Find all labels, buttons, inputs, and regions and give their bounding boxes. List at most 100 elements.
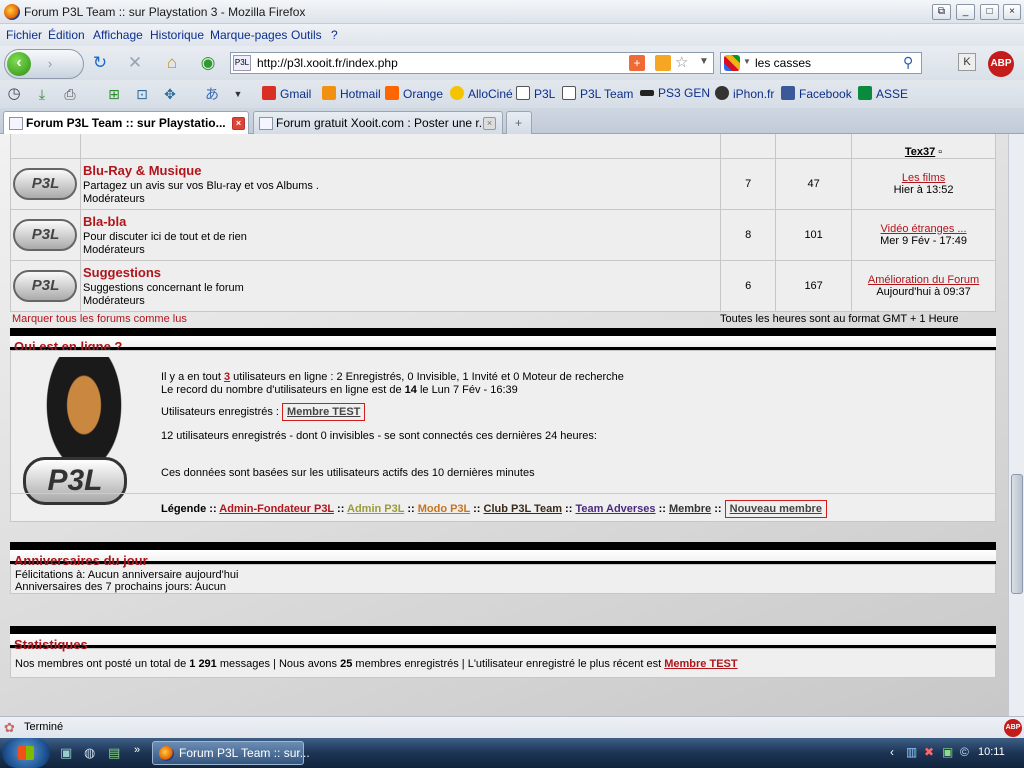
legend-admin[interactable]: Admin P3L: [347, 503, 404, 515]
address-bar[interactable]: P3L + ☆ ▼: [230, 52, 714, 74]
quicklaunch-more-icon[interactable]: »: [134, 744, 140, 756]
quicklaunch-ie-icon[interactable]: ◍: [84, 745, 95, 761]
add-icon[interactable]: +: [629, 55, 645, 71]
forum-title[interactable]: Suggestions: [83, 265, 718, 280]
tab-xooit[interactable]: Forum gratuit Xooit.com : Poster une r..…: [253, 111, 503, 134]
new-window-icon[interactable]: ⊡: [132, 84, 152, 104]
menu-help[interactable]: ?: [331, 28, 338, 42]
tray-c-icon[interactable]: ©: [960, 745, 969, 759]
last-post-link[interactable]: Les films: [902, 172, 945, 184]
download-icon[interactable]: ⤓: [32, 84, 52, 104]
scrollbar-thumb[interactable]: [1011, 474, 1023, 594]
bookmark-asse[interactable]: ASSE: [858, 86, 908, 101]
tray-app-icon[interactable]: ▣: [942, 745, 953, 759]
vertical-scrollbar[interactable]: [1008, 134, 1024, 716]
windows-logo-icon: [18, 746, 34, 760]
menu-historique[interactable]: Historique: [150, 28, 204, 42]
record-line: Le record du nombre d'utilisateurs en li…: [161, 384, 518, 396]
menu-edition[interactable]: Édition: [48, 28, 85, 42]
print-icon[interactable]: ⎙: [60, 84, 80, 104]
search-input[interactable]: [755, 55, 895, 71]
tab-label: Forum gratuit Xooit.com : Poster une r..…: [276, 116, 489, 130]
last-post-link[interactable]: Vidéo étranges ...: [881, 223, 967, 235]
newest-member-link[interactable]: Membre TEST: [664, 658, 737, 670]
birthdays-panel: Anniversaires du jour Félicitations à: A…: [10, 542, 996, 594]
bookmark-star-icon[interactable]: ☆: [675, 53, 688, 71]
site-favicon-icon: P3L: [233, 55, 251, 71]
close-tab-icon[interactable]: ×: [232, 117, 245, 130]
allocine-icon: [450, 86, 464, 100]
legend-modo[interactable]: Modo P3L: [418, 503, 470, 515]
addon-icon[interactable]: ◉: [198, 53, 218, 73]
online-user-link[interactable]: Membre TEST: [287, 406, 360, 418]
legend-nouveau-membre[interactable]: Nouveau membre: [730, 503, 822, 515]
forum-posts: 167: [775, 259, 853, 312]
history-clock-icon[interactable]: ◷: [4, 84, 24, 104]
status-bar: ✿ Terminé ABP: [0, 716, 1024, 738]
who-is-online-panel: Qui est en ligne ? P3L Il y a en tout 3 …: [10, 328, 996, 522]
translate-icon[interactable]: あ: [202, 84, 222, 104]
show-desktop-icon[interactable]: ▣: [60, 745, 72, 761]
engine-dropdown-icon[interactable]: ▼: [743, 57, 751, 66]
restore-icon[interactable]: ⧉: [932, 4, 951, 20]
reload-icon[interactable]: ↻: [90, 53, 110, 73]
forward-button[interactable]: ›: [41, 55, 59, 73]
start-button[interactable]: [2, 738, 50, 768]
bookmark-hotmail[interactable]: Hotmail: [322, 86, 381, 101]
rss-feed-icon[interactable]: [655, 55, 671, 71]
bookmark-allocine[interactable]: AlloCiné: [450, 86, 513, 101]
adblock-status-icon[interactable]: ABP: [1004, 719, 1022, 737]
forum-row-blabla: P3L Bla-bla Pour discuter ici de tout et…: [10, 208, 996, 261]
menu-affichage[interactable]: Affichage: [93, 28, 143, 42]
legend-admin-fondateur[interactable]: Admin-Fondateur P3L: [219, 503, 334, 515]
tray-antivirus-icon[interactable]: ✖: [924, 745, 934, 759]
forum-row-suggestions: P3L Suggestions Suggestions concernant l…: [10, 259, 996, 312]
bookmark-facebook[interactable]: Facebook: [781, 86, 852, 101]
bookmark-orange[interactable]: Orange: [385, 86, 443, 101]
new-tab-button[interactable]: +: [506, 111, 532, 134]
mark-forums-read-link[interactable]: Marquer tous les forums comme lus: [12, 313, 187, 325]
google-engine-icon[interactable]: [724, 55, 740, 71]
home-icon[interactable]: ⌂: [162, 53, 182, 73]
menu-marque-pages[interactable]: Marque-pages: [210, 28, 287, 42]
k-extension-icon[interactable]: K: [958, 53, 976, 71]
bookmark-iphon-fr[interactable]: iPhon.fr: [715, 86, 774, 101]
stop-icon[interactable]: ✕: [125, 53, 145, 73]
legend-team-adverses[interactable]: Team Adverses: [575, 503, 655, 515]
last-post-date: Hier à 13:52: [893, 183, 954, 196]
forum-title[interactable]: Bla-bla: [83, 214, 718, 229]
tab-forum-p3l[interactable]: Forum P3L Team :: sur Playstatio... ×: [3, 111, 249, 135]
search-bar[interactable]: ▼ ⚲: [720, 52, 922, 74]
bookmark-p3l[interactable]: P3L: [516, 86, 555, 101]
url-input[interactable]: [257, 55, 617, 71]
tray-expand-icon[interactable]: ‹: [890, 745, 894, 759]
total-messages: 1 291: [189, 658, 217, 670]
legend-membre[interactable]: Membre: [669, 503, 711, 515]
adblock-plus-icon[interactable]: ABP: [988, 51, 1014, 77]
search-icon[interactable]: ⚲: [903, 54, 913, 71]
back-button[interactable]: ‹: [7, 52, 31, 76]
bookmark-p3l-team[interactable]: P3L Team: [562, 86, 633, 101]
tab-favicon-icon: [9, 117, 23, 130]
bookmark-gmail[interactable]: Gmail: [262, 86, 311, 101]
minimize-button[interactable]: _: [956, 4, 975, 20]
close-tab-icon[interactable]: ×: [483, 117, 496, 130]
forum-title[interactable]: Blu-Ray & Musique: [83, 163, 718, 178]
registered-users-line: Utilisateurs enregistrés : Membre TEST: [161, 403, 624, 421]
menu-outils[interactable]: Outils: [291, 28, 322, 42]
quicklaunch-app-icon[interactable]: ▤: [108, 745, 120, 761]
new-tab-icon[interactable]: ⊞: [104, 84, 124, 104]
maximize-button[interactable]: □: [980, 4, 999, 20]
toolbar-dropdown-icon[interactable]: ▼: [228, 84, 248, 104]
last-post-author[interactable]: Tex37: [905, 146, 935, 158]
url-dropdown-icon[interactable]: ▼: [699, 56, 709, 67]
bookmark-ps3-gen[interactable]: PS3 GEN: [640, 86, 710, 100]
forum-posts: 101: [775, 208, 853, 261]
last-post-link[interactable]: Amélioration du Forum: [868, 274, 979, 286]
tray-network-icon[interactable]: ▥: [906, 745, 917, 759]
taskbar-firefox-window[interactable]: Forum P3L Team :: sur...: [152, 741, 310, 765]
legend-club[interactable]: Club P3L Team: [484, 503, 562, 515]
close-window-button[interactable]: ×: [1003, 4, 1021, 20]
menu-fichier[interactable]: Fichier: [6, 28, 42, 42]
fullscreen-icon[interactable]: ✥: [160, 84, 180, 104]
